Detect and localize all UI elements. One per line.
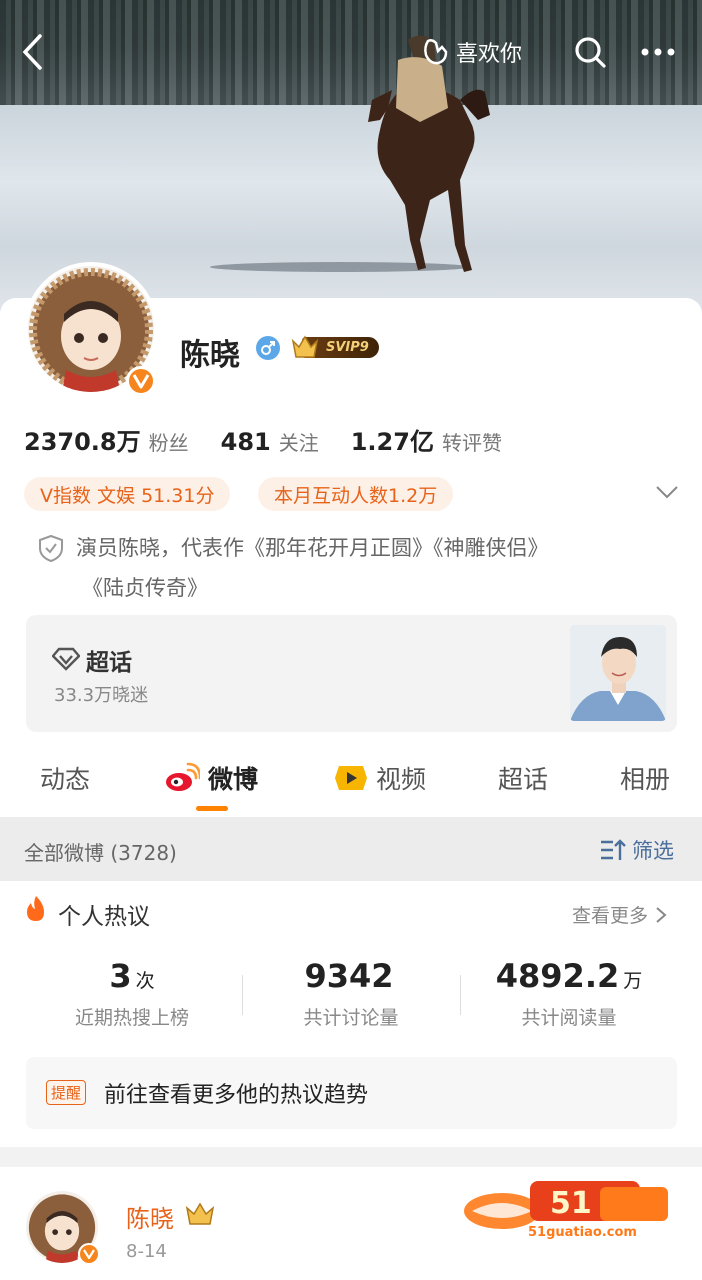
feed-count-title: 全部微博 (3728) <box>24 841 177 865</box>
feed-filter-bar: 全部微博 (3728) 筛选 <box>0 817 702 881</box>
following-label[interactable]: 关注 <box>279 427 319 456</box>
video-play-icon <box>335 766 367 790</box>
supertopic-title: 超话 <box>86 650 132 676</box>
filter-label: 筛选 <box>632 839 674 863</box>
hot-title: 个人热议 <box>58 904 150 930</box>
profile-stats: 2370.8万 粉丝 481 关注 1.27亿 转评赞 <box>24 422 534 457</box>
chevron-right-icon <box>656 906 667 923</box>
hot-stat-value: 4892.2 <box>495 957 620 995</box>
hot-stat-item[interactable]: 4892.2 万 共计阅读量 <box>460 957 678 1030</box>
watermark-logo: 51 51guatiao.com <box>462 1175 682 1245</box>
profile-name: 陈晓 <box>180 338 240 373</box>
reminder-tag: 提醒 <box>46 1080 87 1105</box>
crown-icon <box>185 1202 215 1225</box>
heart-hand-icon <box>424 39 448 65</box>
hot-stat-item[interactable]: 9342 共计讨论量 <box>242 957 460 1030</box>
hot-stat-label: 共计阅读量 <box>521 1007 617 1029</box>
chevron-down-icon[interactable] <box>654 482 680 502</box>
tab-label: 视频 <box>376 765 427 794</box>
hot-stat-unit: 次 <box>135 970 155 992</box>
hot-trend-reminder[interactable]: 提醒 前往查看更多他的热议趋势 <box>26 1057 677 1129</box>
view-more-label: 查看更多 <box>572 905 649 927</box>
interactions-label: 转评赞 <box>441 431 502 455</box>
post-date: 8-14 <box>126 1241 167 1262</box>
monthly-interaction-pill[interactable]: 本月互动人数1.2万 <box>258 477 454 511</box>
hot-discussion-section: 个人热议 查看更多 3次 近期热搜上榜 9342 共计讨论量 4892.2 万 共… <box>0 881 702 1147</box>
crown-icon <box>291 335 319 358</box>
like-you-label: 喜欢你 <box>456 42 523 67</box>
supertopic-card[interactable]: 超话 33.3万晓迷 <box>26 615 677 732</box>
hot-stat-item[interactable]: 3次 近期热搜上榜 <box>22 957 242 1030</box>
tab-active-indicator <box>196 806 228 811</box>
hot-stat-label: 近期热搜上榜 <box>74 1007 189 1029</box>
shield-check-icon <box>39 534 63 562</box>
verified-v-badge <box>126 366 156 396</box>
tab-label: 超话 <box>498 765 549 794</box>
post-card: 陈晓 8-14 51 51guatiao.com <box>0 1167 702 1280</box>
tab-weibo[interactable]: 微博 <box>164 760 259 811</box>
followers-count[interactable]: 2370.8万 <box>24 422 141 457</box>
filter-button[interactable]: 筛选 <box>600 835 674 865</box>
hot-stat-value: 3 <box>109 957 132 995</box>
tab-label: 微博 <box>208 765 259 794</box>
svg-text:51: 51 <box>550 1186 592 1221</box>
tab-label: 动态 <box>40 765 91 794</box>
tab-dynamics[interactable]: 动态 <box>40 760 90 796</box>
post-author-name[interactable]: 陈晓 <box>126 1199 174 1234</box>
hot-stat-unit: 万 <box>623 970 643 992</box>
intro-line-1: 演员陈晓，代表作《那年花开月正圆》《神雕侠侣》 <box>76 536 549 560</box>
weibo-logo-icon <box>166 762 200 791</box>
tab-album[interactable]: 相册 <box>620 760 670 796</box>
top-nav-bar: 喜欢你 <box>0 20 702 84</box>
post-verified-badge <box>78 1243 100 1265</box>
supertopic-photo <box>570 625 666 721</box>
v-index-pill[interactable]: V指数 文娱 51.31分 <box>24 477 231 511</box>
watermark-text: 51guatiao.com <box>528 1225 637 1240</box>
tab-supertopic[interactable]: 超话 <box>498 760 548 796</box>
view-more-link[interactable]: 查看更多 <box>572 901 668 928</box>
reminder-text: 前往查看更多他的热议趋势 <box>104 1083 369 1108</box>
male-gender-icon <box>256 336 280 360</box>
profile-tabs: 动态 微博 视频 超话 相册 <box>0 740 702 816</box>
like-you-button[interactable]: 喜欢你 <box>420 34 522 70</box>
search-icon[interactable] <box>572 34 608 70</box>
svip-badge[interactable]: SVIP9 <box>290 333 379 361</box>
followers-label[interactable]: 粉丝 <box>149 427 189 456</box>
interactions-count: 1.27亿 <box>350 428 434 456</box>
filter-icon <box>601 839 626 860</box>
intro-line-2: 《陆贞传奇》 <box>82 576 208 600</box>
tab-video[interactable]: 视频 <box>334 760 426 796</box>
flame-icon <box>27 896 44 921</box>
more-options-icon[interactable] <box>636 34 680 70</box>
supertopic-fans: 33.3万晓迷 <box>54 685 149 706</box>
diamond-icon <box>52 647 80 671</box>
back-arrow-icon[interactable] <box>14 34 50 70</box>
hot-stat-value: 9342 <box>304 957 394 995</box>
hot-stat-label: 共计讨论量 <box>303 1007 399 1029</box>
following-count[interactable]: 481 <box>221 428 271 456</box>
tab-label: 相册 <box>620 765 671 794</box>
